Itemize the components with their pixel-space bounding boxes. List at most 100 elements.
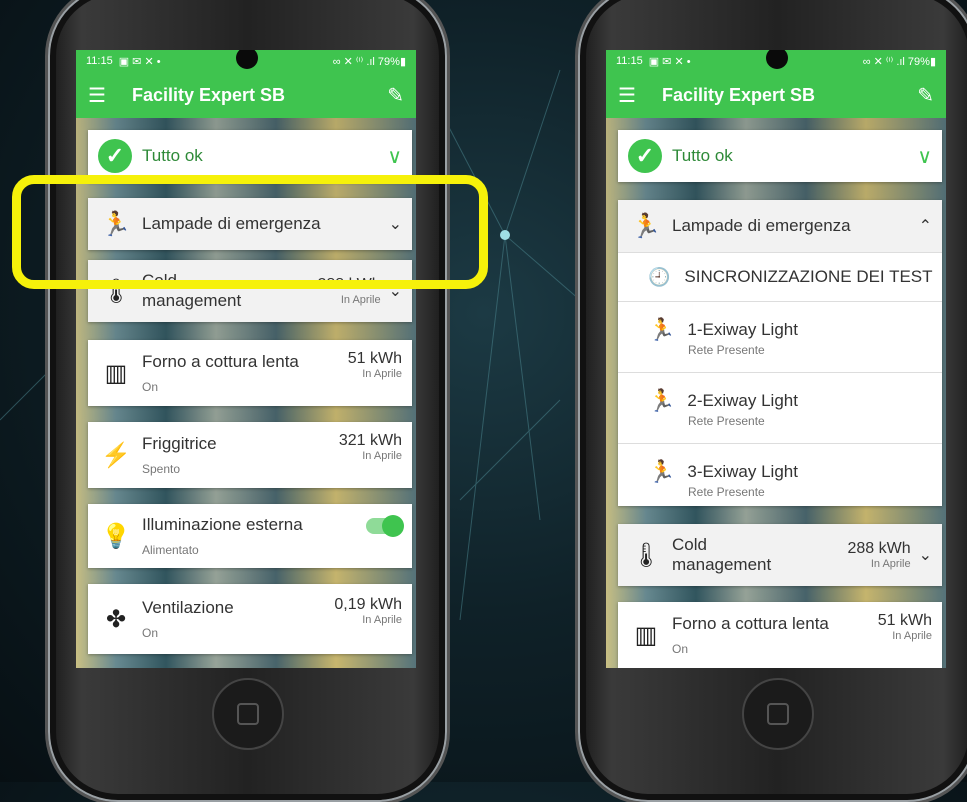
thermometer-icon: 🌡 <box>630 541 662 569</box>
edit-icon[interactable]: ✎ <box>917 83 934 108</box>
chevron-down-icon[interactable]: ⌄ <box>919 545 932 565</box>
emergency-lamps-expanded: 🏃 Lampade di emergenza ⌃ 🕘 SINCRONIZZAZI… <box>618 200 942 506</box>
exiway-1-label: 1-Exiway Light <box>687 320 798 339</box>
exiway-3-label: 3-Exiway Light <box>687 462 798 481</box>
cold-label: Cold management <box>672 535 771 575</box>
oven-icon: ▥ <box>634 621 658 649</box>
exiway-1-sub: Rete Presente <box>688 343 765 357</box>
status-ok-label: Tutto ok <box>672 146 733 165</box>
fryer-kwh: 321 kWh <box>338 432 402 449</box>
home-icon <box>767 703 789 725</box>
runner-icon: 🏃 <box>648 317 676 342</box>
oven-meta: In Aprile <box>362 368 402 380</box>
cold-kwh: 288 kWh <box>847 540 911 557</box>
light-text: Illuminazione esterna Alimentato <box>142 515 303 557</box>
oven-value: 51 kWh In Aprile <box>348 350 402 380</box>
cold-meta: In Aprile <box>340 294 381 306</box>
chevron-down-icon[interactable]: ∨ <box>387 144 402 169</box>
home-button[interactable] <box>212 678 284 750</box>
vent-value: 0,19 kWh In Aprile <box>334 596 402 626</box>
exiway-light-1[interactable]: 🏃 1-Exiway Light Rete Presente <box>618 302 942 373</box>
screen-right: 11:15 ▣ ✉ ✕ • ∞ ✕ ⁽ⁱ⁾ .ıl 79%▮ ☰ Facilit… <box>606 50 946 668</box>
status-ok-card[interactable]: ✓ Tutto ok ∨ <box>618 130 942 182</box>
exiway-3-sub: Rete Presente <box>688 485 765 499</box>
check-icon: ✓ <box>628 139 662 173</box>
ventilation-card[interactable]: ✤ Ventilazione On 0,19 kWh In Aprile <box>88 584 412 654</box>
exiway-1-row: 🏃 1-Exiway Light <box>648 317 932 343</box>
vent-label: Ventilazione <box>142 598 234 617</box>
chevron-up-icon[interactable]: ⌃ <box>919 216 932 236</box>
phone-right: 11:15 ▣ ✉ ✕ • ∞ ✕ ⁽ⁱ⁾ .ıl 79%▮ ☰ Facilit… <box>578 0 967 802</box>
fryer-sub: Spento <box>142 462 181 476</box>
vent-meta: In Aprile <box>362 614 402 626</box>
exiway-2-label: 2-Exiway Light <box>687 391 798 410</box>
sync-label: SINCRONIZZAZIONE DEI TEST <box>684 267 933 286</box>
phone-left: 11:15 ▣ ✉ ✕ • ∞ ✕ ⁽ⁱ⁾ .ıl 79%▮ ☰ Facilit… <box>48 0 447 802</box>
toggle-knob <box>382 515 404 537</box>
cold-label-1: Cold <box>672 535 707 554</box>
menu-icon[interactable]: ☰ <box>618 83 654 108</box>
runner-icon: 🏃 <box>631 212 661 240</box>
exiway-2-row: 🏃 2-Exiway Light <box>648 388 932 414</box>
exiway-light-2[interactable]: 🏃 2-Exiway Light Rete Presente <box>618 373 942 444</box>
home-button[interactable] <box>742 678 814 750</box>
exiway-light-3[interactable]: 🏃 3-Exiway Light Rete Presente <box>618 444 942 514</box>
sync-tests-row[interactable]: 🕘 SINCRONIZZAZIONE DEI TEST <box>618 253 942 302</box>
oven-value: 51 kWh In Aprile <box>878 612 932 642</box>
fan-icon: ✤ <box>105 605 127 633</box>
oven-label: Forno a cottura lenta <box>672 614 829 633</box>
vent-sub: On <box>142 626 159 640</box>
fryer-meta: In Aprile <box>362 450 402 462</box>
fryer-text: Friggitrice Spento <box>142 434 217 476</box>
oven-sub: On <box>672 642 689 656</box>
fryer-value: 321 kWh In Aprile <box>339 432 402 462</box>
oven-text: Forno a cottura lenta On <box>672 614 829 656</box>
status-right: ∞ ✕ ⁽ⁱ⁾ .ıl 79%▮ <box>332 55 406 68</box>
home-icon <box>237 703 259 725</box>
outdoor-lighting-card[interactable]: 💡 Illuminazione esterna Alimentato <box>88 504 412 568</box>
status-time: 11:15 <box>616 55 643 67</box>
runner-icon: 🏃 <box>648 459 676 484</box>
edit-icon[interactable]: ✎ <box>387 83 404 108</box>
emergency-label: Lampade di emergenza <box>672 216 851 235</box>
oven-sub: On <box>142 380 159 394</box>
oven-label: Forno a cottura lenta <box>142 352 299 371</box>
light-sub: Alimentato <box>142 543 199 557</box>
status-icons: ▣ ✉ ✕ • <box>118 55 161 68</box>
highlight-box <box>12 175 488 289</box>
runner-icon: 🏃 <box>648 388 676 413</box>
screen-left: 11:15 ▣ ✉ ✕ • ∞ ✕ ⁽ⁱ⁾ .ıl 79%▮ ☰ Facilit… <box>76 50 416 668</box>
oven-kwh: 51 kWh <box>347 350 402 367</box>
bulb-icon: 💡 <box>101 522 131 550</box>
cold-label-2: management <box>142 291 242 310</box>
fryer-card[interactable]: ⚡ Friggitrice Spento 321 kWh In Aprile <box>88 422 412 488</box>
status-right: ∞ ✕ ⁽ⁱ⁾ .ıl 79%▮ <box>862 55 936 68</box>
oven-meta: In Aprile <box>892 630 932 642</box>
oven-text: Forno a cottura lenta On <box>142 352 299 394</box>
oven-card[interactable]: ▥ Forno a cottura lenta On 51 kWh In Apr… <box>618 602 942 668</box>
vent-text: Ventilazione On <box>142 598 234 640</box>
emergency-header[interactable]: 🏃 Lampade di emergenza ⌃ <box>618 200 942 253</box>
bolt-icon: ⚡ <box>101 441 131 469</box>
fryer-label: Friggitrice <box>142 434 217 453</box>
exiway-3-row: 🏃 3-Exiway Light <box>648 459 932 485</box>
oven-kwh: 51 kWh <box>877 612 932 629</box>
oven-icon: ▥ <box>104 359 128 387</box>
app-title: Facility Expert SB <box>132 84 286 105</box>
app-bar: ☰ Facility Expert SB ✎ <box>606 72 946 118</box>
light-label: Illuminazione esterna <box>142 515 303 534</box>
oven-card[interactable]: ▥ Forno a cottura lenta On 51 kWh In Apr… <box>88 340 412 406</box>
cold-label-2: management <box>672 555 772 574</box>
app-bar: ☰ Facility Expert SB ✎ <box>76 72 416 118</box>
history-icon: 🕘 <box>648 266 671 287</box>
status-ok-label: Tutto ok <box>142 146 203 165</box>
chevron-down-icon[interactable]: ∨ <box>917 144 932 169</box>
check-icon: ✓ <box>98 139 132 173</box>
menu-icon[interactable]: ☰ <box>88 83 124 108</box>
cold-management-card[interactable]: 🌡 Cold management 288 kWh In Aprile ⌄ <box>618 524 942 586</box>
light-toggle[interactable] <box>366 515 404 537</box>
app-title: Facility Expert SB <box>662 84 816 105</box>
status-icons: ▣ ✉ ✕ • <box>648 55 691 68</box>
exiway-2-sub: Rete Presente <box>688 414 765 428</box>
status-time: 11:15 <box>86 55 113 67</box>
